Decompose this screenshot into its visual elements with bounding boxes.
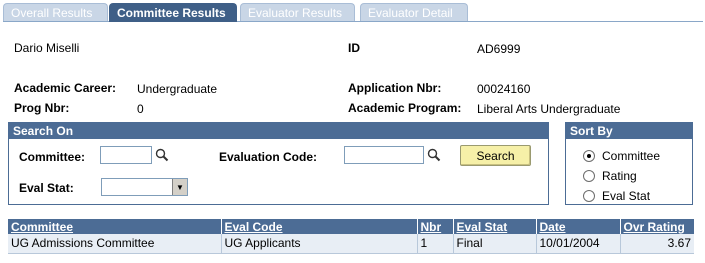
- column-header-committee[interactable]: Committee: [8, 219, 222, 234]
- academic-career-label: Academic Career:: [14, 81, 117, 95]
- evaluation-code-label: Evaluation Code:: [219, 150, 318, 164]
- prog-nbr-value: 0: [137, 102, 144, 116]
- academic-program-value: Liberal Arts Undergraduate: [477, 102, 621, 116]
- cell-date: 10/01/2004: [536, 234, 621, 254]
- column-header-date[interactable]: Date: [536, 219, 621, 234]
- search-on-header: Search On: [9, 123, 548, 139]
- academic-program-label: Academic Program:: [348, 101, 462, 115]
- evaluation-code-lookup-icon[interactable]: [427, 148, 441, 162]
- committee-label: Committee:: [19, 150, 86, 164]
- prog-nbr-label: Prog Nbr:: [14, 101, 70, 115]
- academic-career-value: Undergraduate: [137, 82, 218, 96]
- column-header-nbr[interactable]: Nbr: [417, 219, 454, 234]
- eval-stat-select[interactable]: ▼: [101, 178, 188, 196]
- tab-label: Evaluator Detail: [368, 6, 453, 20]
- tab-bar: Overall Results Committee Results Evalua…: [3, 3, 703, 22]
- table-row: UG Admissions Committee UG Applicants 1 …: [8, 234, 694, 254]
- tab-label: Committee Results: [117, 6, 226, 20]
- id-value: AD6999: [477, 42, 521, 56]
- search-button[interactable]: Search: [460, 145, 531, 166]
- tab-committee-results[interactable]: Committee Results: [109, 3, 237, 22]
- grid-header-row: Committee Eval Code Nbr Eval Stat Date O…: [8, 219, 694, 234]
- sort-option-label: Eval Stat: [602, 189, 651, 203]
- tab-evaluator-detail[interactable]: Evaluator Detail: [360, 3, 468, 22]
- column-header-eval-code[interactable]: Eval Code: [221, 219, 418, 234]
- sort-option-label: Committee: [602, 149, 661, 163]
- application-nbr-label: Application Nbr:: [348, 81, 442, 95]
- cell-committee: UG Admissions Committee: [8, 234, 222, 254]
- sort-option-label: Rating: [602, 169, 637, 183]
- chevron-down-icon[interactable]: ▼: [172, 179, 187, 195]
- cell-nbr: 1: [417, 234, 454, 254]
- committee-input[interactable]: [100, 146, 152, 164]
- tab-label: Overall Results: [11, 6, 93, 20]
- committee-lookup-icon[interactable]: [155, 148, 169, 162]
- tab-evaluator-results[interactable]: Evaluator Results: [240, 3, 355, 22]
- cell-eval-code: UG Applicants: [221, 234, 418, 254]
- sort-by-header: Sort By: [566, 123, 692, 139]
- radio-button[interactable]: [583, 170, 595, 182]
- application-nbr-value: 00024160: [477, 82, 531, 96]
- results-grid: Committee Eval Code Nbr Eval Stat Date O…: [8, 219, 694, 254]
- tab-label: Evaluator Results: [248, 6, 343, 20]
- column-header-eval-stat[interactable]: Eval Stat: [453, 219, 537, 234]
- cell-eval-stat: Final: [453, 234, 537, 254]
- column-header-ovr-rating[interactable]: Ovr Rating: [620, 219, 694, 234]
- radio-button[interactable]: [583, 190, 595, 202]
- tab-overall-results[interactable]: Overall Results: [3, 3, 108, 22]
- id-label: ID: [348, 41, 360, 55]
- evaluation-code-input[interactable]: [344, 146, 424, 164]
- sort-option-rating[interactable]: Rating: [583, 168, 637, 184]
- radio-button[interactable]: [583, 150, 595, 162]
- cell-ovr-rating: 3.67: [620, 234, 694, 254]
- sort-option-eval-stat[interactable]: Eval Stat: [583, 188, 650, 204]
- sort-option-committee[interactable]: Committee: [583, 148, 660, 164]
- applicant-name: Dario Miselli: [14, 41, 80, 55]
- eval-stat-label: Eval Stat:: [19, 181, 74, 195]
